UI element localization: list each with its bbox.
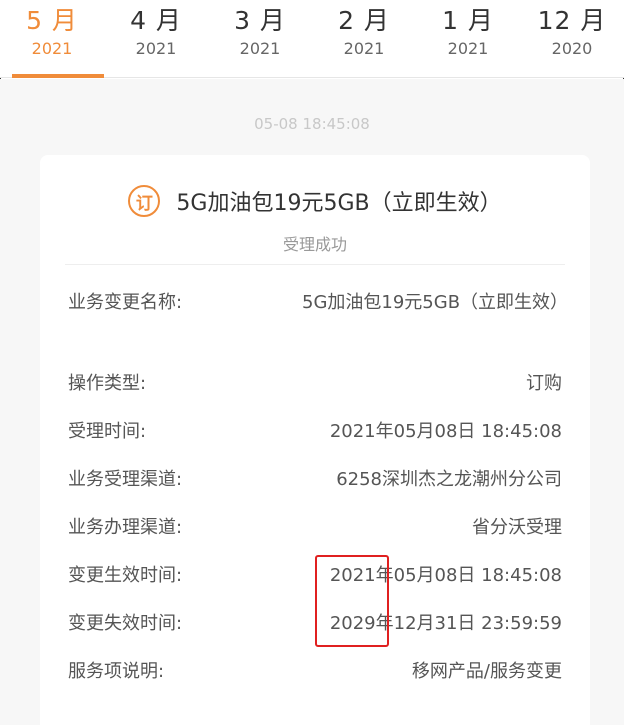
detail-row: 操作类型: 订购: [68, 368, 562, 400]
detail-row: 业务变更名称: 5G加油包19元5GB（立即生效）: [68, 287, 569, 319]
tab-month-5[interactable]: 12 月 2020: [520, 0, 624, 77]
detail-row: 业务办理渠道: 省分沃受理: [68, 512, 562, 544]
detail-label: 业务办理渠道:: [68, 517, 183, 538]
detail-label: 业务变更名称:: [68, 292, 183, 313]
detail-label: 受理时间:: [68, 421, 147, 442]
tab-year-label: 2020: [551, 39, 593, 58]
tab-month-4[interactable]: 1 月 2021: [416, 0, 520, 77]
tab-year-label: 2021: [31, 39, 73, 58]
tab-month-label: 5 月: [26, 6, 78, 35]
card-title-row: 订 5G加油包19元5GB（立即生效）: [65, 185, 565, 217]
detail-row: 业务受理渠道: 6258深圳杰之龙潮州分公司: [68, 464, 562, 496]
highlight-box: [315, 555, 389, 647]
tab-month-label: 2 月: [338, 6, 390, 35]
detail-value: 6258深圳杰之龙潮州分公司: [336, 469, 562, 490]
tab-month-label: 4 月: [130, 6, 182, 35]
status-text: 受理成功: [282, 235, 347, 254]
card-title: 5G加油包19元5GB（立即生效）: [176, 191, 502, 216]
tab-year-label: 2021: [135, 39, 177, 58]
tab-month-label: 12 月: [537, 6, 607, 35]
tab-month-2[interactable]: 3 月 2021: [208, 0, 312, 77]
tab-month-0[interactable]: 5 月 2021: [0, 0, 104, 78]
tab-month-label: 3 月: [234, 6, 286, 35]
tab-year-label: 2021: [343, 39, 385, 58]
record-timestamp: 05-08 18:45:08: [254, 115, 370, 133]
tab-year-label: 2021: [239, 39, 281, 58]
record-list[interactable]: 05-08 18:45:08 订 5G加油包19元5GB（立即生效） 受理成功 …: [0, 79, 624, 725]
record-card[interactable]: 订 5G加油包19元5GB（立即生效） 受理成功 业务变更名称: 5G加油包19…: [40, 155, 590, 725]
tab-month-label: 1 月: [442, 6, 494, 35]
detail-value: 移网产品/服务变更: [411, 661, 562, 682]
month-tabs: 5 月 2021 4 月 2021 3 月 2021 2 月 2021 1 月 …: [0, 0, 624, 78]
card-header: 订 5G加油包19元5GB（立即生效） 受理成功: [65, 155, 565, 265]
detail-value: 2021年05月08日 18:45:08: [329, 421, 562, 442]
detail-label: 业务受理渠道:: [68, 469, 183, 490]
detail-label: 变更失效时间:: [68, 613, 183, 634]
tab-month-1[interactable]: 4 月 2021: [104, 0, 208, 77]
detail-value: 5G加油包19元5GB（立即生效）: [302, 292, 569, 313]
detail-value: 订购: [526, 373, 562, 394]
detail-label: 服务项说明:: [68, 661, 165, 682]
detail-row: 服务项说明: 移网产品/服务变更: [68, 656, 562, 688]
detail-row: 受理时间: 2021年05月08日 18:45:08: [68, 416, 562, 448]
detail-label: 操作类型:: [68, 373, 147, 394]
tab-month-3[interactable]: 2 月 2021: [312, 0, 416, 77]
order-icon: 订: [128, 185, 161, 217]
detail-label: 变更生效时间:: [68, 565, 183, 586]
tab-year-label: 2021: [447, 39, 489, 58]
detail-value: 省分沃受理: [472, 517, 562, 538]
